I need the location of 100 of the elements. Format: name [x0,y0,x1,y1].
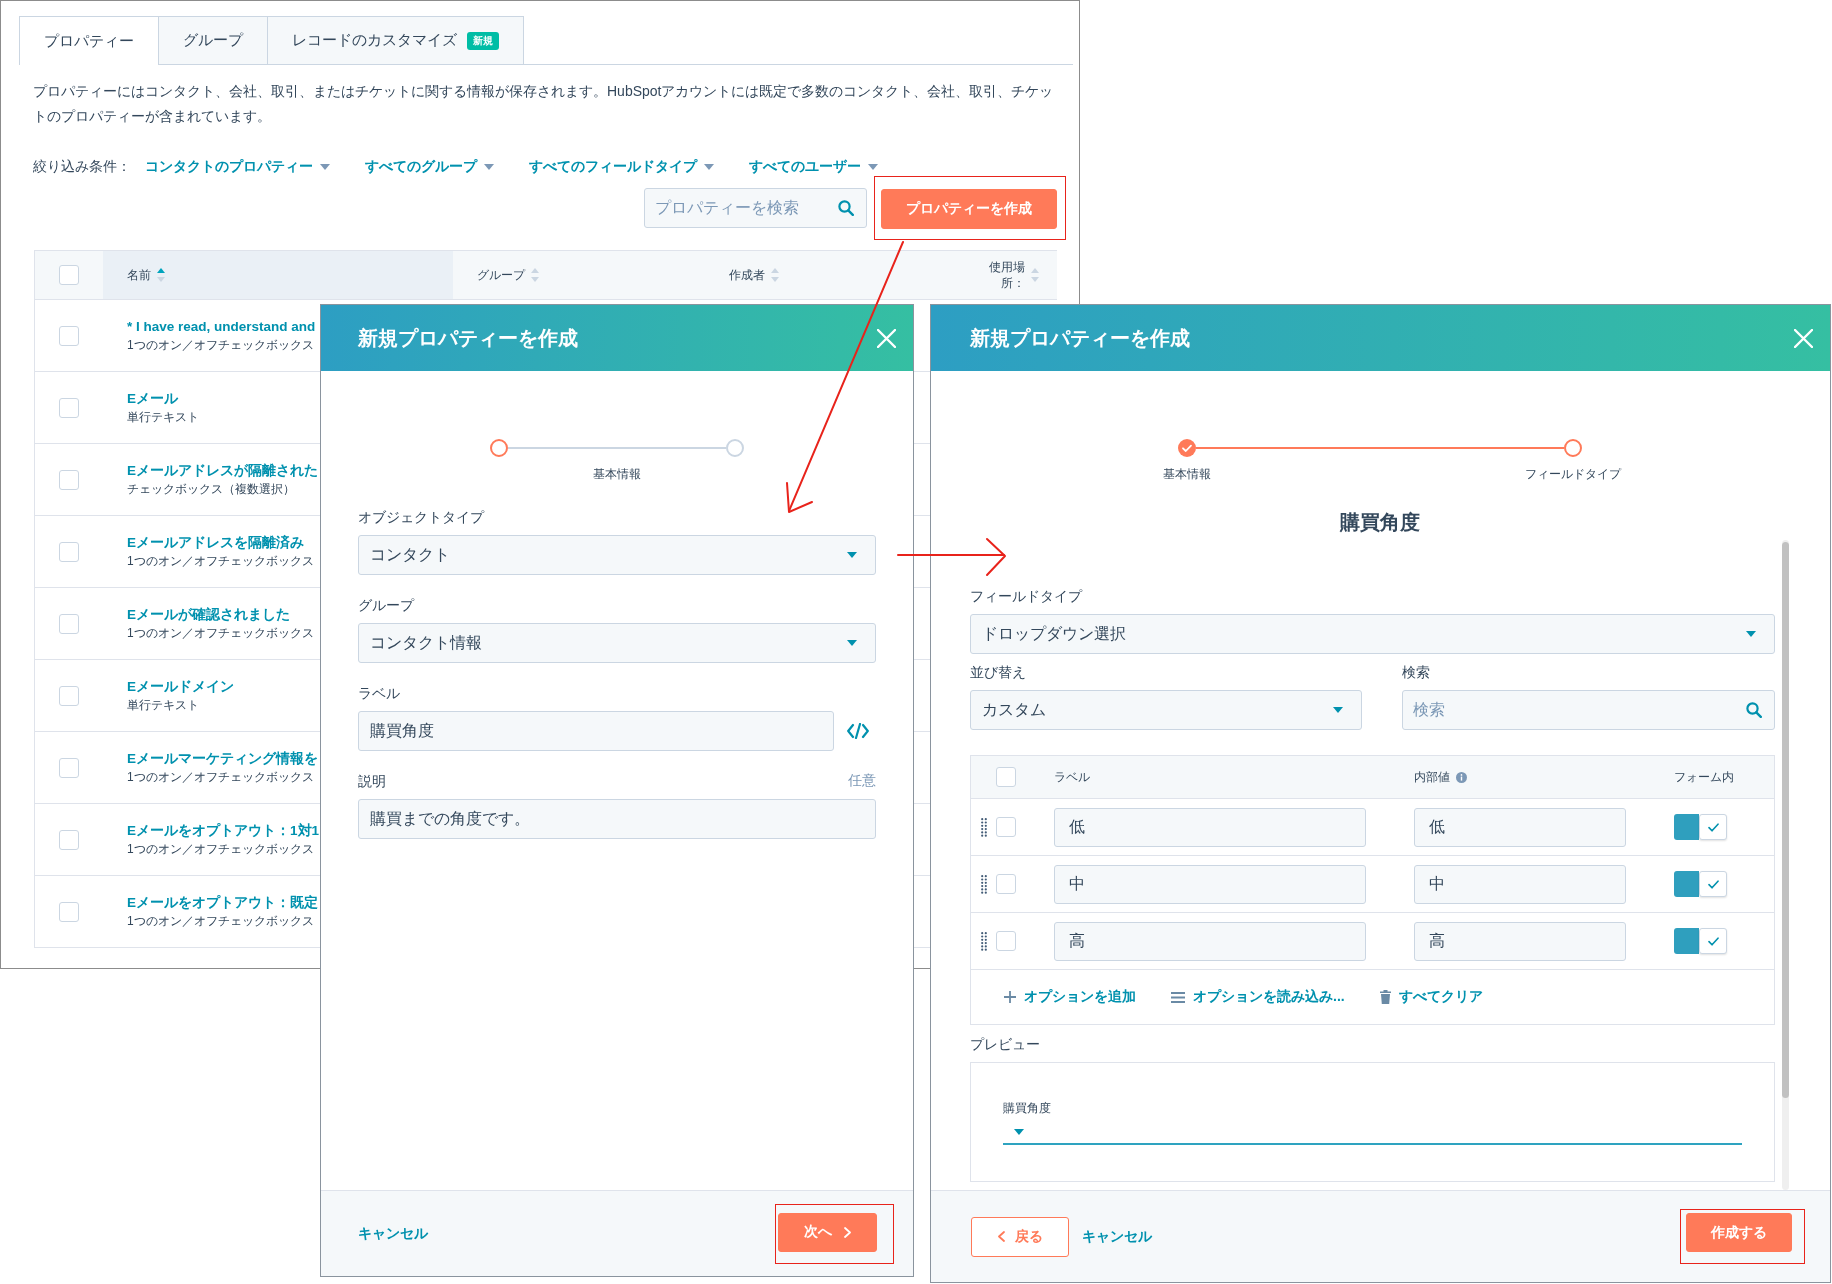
toggle-switch[interactable] [1674,928,1727,954]
dropdown-field[interactable]: コンタクト情報 [358,623,876,663]
checkbox[interactable] [59,265,79,285]
toggle-switch[interactable] [1674,871,1727,897]
checkbox[interactable] [59,757,79,778]
caret-icon [1014,1129,1024,1135]
filter-dropdown[interactable]: すべてのグループ [365,158,494,176]
dialog-title: 新規プロパティーを作成 [970,325,1190,351]
checkbox[interactable] [59,397,79,418]
chevron-right-icon [844,1226,851,1238]
caret-icon [847,552,857,558]
close-icon[interactable] [877,328,896,348]
caret-icon [868,164,878,170]
field-type-text: 1つのオン／オフチェックボックス [127,553,314,569]
dialog-title: 新規プロパティーを作成 [358,325,578,351]
plus-icon [1004,991,1016,1003]
close-icon[interactable] [1794,328,1813,348]
property-name-link[interactable]: Eメールをオプトアウト：既定 [127,894,318,912]
checkbox[interactable] [59,469,79,490]
filter-dropdown[interactable]: すべてのユーザー [749,158,878,176]
tab[interactable]: レコードのカスタマイズ 新規 [267,16,524,64]
option-value-field[interactable]: 高 [1414,921,1626,961]
dropdown-field[interactable]: コンタクト [358,535,876,575]
chevron-left-icon [997,1231,1005,1242]
checkbox[interactable] [59,325,79,346]
code-icon[interactable] [847,723,869,739]
scrollbar[interactable] [1782,540,1789,1190]
field-label: ラベル [358,684,400,703]
checkbox[interactable] [59,613,79,634]
option-label-field[interactable]: 高 [1054,921,1366,961]
search-icon [838,200,854,216]
property-name-link[interactable]: Eメールドメイン [127,678,234,696]
cancel-link[interactable]: キャンセル [358,1224,428,1243]
text-field[interactable]: 購買までの角度です。 [358,799,876,839]
search-field[interactable]: 検索 [1402,690,1775,730]
drag-handle-icon[interactable] [980,874,987,894]
dropdown-field[interactable]: カスタム [970,690,1362,730]
field-type-text: 単行テキスト [127,409,199,425]
sort-icon [1031,268,1039,282]
back-button[interactable]: 戻る [971,1216,1069,1257]
column-header[interactable]: 作成者 [729,251,779,299]
dropdown-field[interactable]: ドロップダウン選択 [970,614,1775,654]
sort-icon [531,268,539,282]
property-name-link[interactable]: Eメールアドレスを隔離済み [127,534,304,552]
tab[interactable]: プロパティー [19,16,159,65]
property-name-link[interactable]: * I have read, understand and [127,318,316,336]
create-button[interactable]: 作成する [1686,1213,1792,1252]
field-type-text: チェックボックス（複数選択） [127,481,295,497]
field-label: 並び替え [970,663,1026,682]
property-name-link[interactable]: Eメールマーケティング情報を [127,750,318,768]
field-label: フィールドタイプ [970,587,1082,606]
caret-icon [847,640,857,646]
column-header: 内部値 [1414,768,1467,786]
toggle-switch[interactable] [1674,814,1727,840]
field-type-text: 単行テキスト [127,697,199,713]
field-type-text: 1つのオン／オフチェックボックス [127,841,314,857]
checkbox[interactable] [996,874,1016,894]
checkbox[interactable] [59,685,79,706]
import-options-button[interactable]: オプションを読み込み... [1171,988,1345,1006]
trash-icon [1379,990,1391,1004]
drag-handle-icon[interactable] [980,931,987,951]
property-name-link[interactable]: Eメールをオプトアウト：1対1 [127,822,320,840]
next-button[interactable]: 次へ [778,1212,877,1252]
column-header[interactable]: 名前 [103,251,453,299]
property-name-link[interactable]: Eメール [127,390,178,408]
clear-all-button[interactable]: すべてクリア [1379,988,1483,1006]
checkbox[interactable] [996,931,1016,951]
search-field[interactable]: プロパティーを検索 [644,188,867,228]
description-text: プロパティーにはコンタクト、会社、取引、またはチケットに関する情報が保存されます。HubSpotアカウントには既定で多数のコンタクト、会社、取引、チケットのプロパティーが含まれています。 [33,82,1055,126]
option-value-field[interactable]: 低 [1414,807,1626,847]
option-value-field[interactable]: 中 [1414,864,1626,904]
field-type-text: 1つのオン／オフチェックボックス [127,913,314,929]
property-name-link[interactable]: Eメールが確認されました [127,606,290,624]
cancel-link[interactable]: キャンセル [1082,1227,1152,1246]
column-header[interactable]: 使用場所： [987,251,1039,299]
drag-handle-icon[interactable] [980,817,987,837]
column-header[interactable]: グループ [477,251,539,299]
tab[interactable]: グループ [158,16,268,64]
option-label-field[interactable]: 低 [1054,807,1366,847]
checkbox[interactable] [59,901,79,922]
text-field[interactable]: 購買角度 [358,711,834,751]
caret-icon [1333,707,1343,713]
step-label: フィールドタイプ [1525,466,1621,482]
option-label-field[interactable]: 中 [1054,864,1366,904]
caret-icon [1746,631,1756,637]
create-property-button[interactable]: プロパティーを作成 [881,189,1057,229]
property-name-link[interactable]: Eメールアドレスが隔離された [127,462,318,480]
filter-dropdown[interactable]: すべてのフィールドタイプ [529,158,714,176]
checkbox[interactable] [59,541,79,562]
checkbox[interactable] [996,767,1016,787]
field-label: 検索 [1402,663,1430,682]
caret-icon [484,164,494,170]
sort-icon [157,268,165,282]
add-option-button[interactable]: オプションを追加 [1004,988,1136,1006]
dropdown-field[interactable] [1003,1129,1742,1145]
checkbox[interactable] [996,817,1016,837]
caret-icon [320,164,330,170]
section-label: プレビュー [970,1035,1040,1054]
checkbox[interactable] [59,829,79,850]
filter-dropdown[interactable]: コンタクトのプロパティー [145,158,330,176]
